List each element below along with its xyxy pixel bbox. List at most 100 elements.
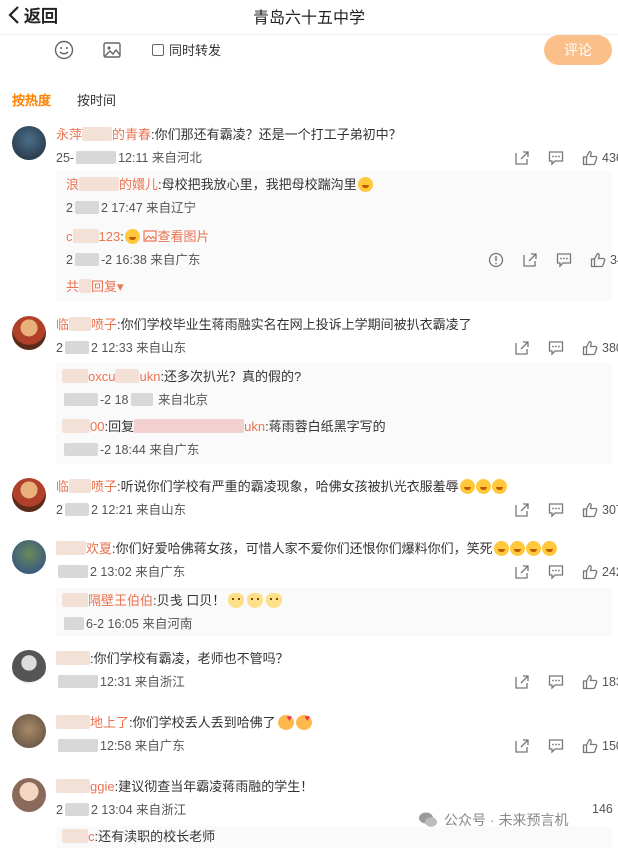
share-button[interactable] bbox=[514, 150, 530, 166]
blurred-date bbox=[74, 201, 99, 214]
like-button[interactable]: 150 bbox=[582, 738, 618, 754]
share-button[interactable] bbox=[514, 738, 530, 754]
reply-text: :还有渎职的校长老师 bbox=[94, 829, 216, 844]
reply-line: oxcu ukn:还多次扒光？真的假的? bbox=[62, 368, 604, 386]
replier-name-tail[interactable]: ukn bbox=[244, 419, 265, 434]
share-icon bbox=[515, 675, 529, 689]
laugh-emoji-icon bbox=[541, 541, 557, 556]
replier-name-tail[interactable]: 00 bbox=[90, 419, 104, 434]
commenter-name-tail[interactable]: 喷子 bbox=[91, 479, 117, 494]
comment-meta: 25- 12:11 来自河北 bbox=[56, 150, 202, 166]
reply-button[interactable] bbox=[548, 738, 564, 754]
replier-name-tail[interactable]: 的嬛儿 bbox=[119, 177, 158, 192]
reply-meta: 2 -2 16:38 来自广东 bbox=[66, 252, 200, 268]
like-count: 146 bbox=[592, 802, 613, 816]
comment-text: :你们学校丢人丢到哈佛了 bbox=[129, 715, 276, 730]
replier-name-tail[interactable]: oxcu bbox=[88, 369, 115, 384]
comment-line: :你们学校有霸凌，老师也不管吗？ bbox=[56, 650, 610, 668]
comment-line: ggie:建议彻查当年霸凌蒋雨融的学生！ bbox=[56, 778, 610, 796]
cat-emoji-icon bbox=[247, 593, 264, 608]
date-part: 2 bbox=[56, 341, 63, 355]
tab-by-time[interactable]: 按时间 bbox=[77, 90, 116, 109]
like-button[interactable]: 34 bbox=[590, 252, 618, 268]
share-button[interactable] bbox=[514, 340, 530, 356]
reply-button[interactable] bbox=[548, 340, 564, 356]
avatar[interactable] bbox=[12, 478, 46, 512]
like-button[interactable]: 436 bbox=[582, 150, 618, 166]
view-image-label[interactable]: 查看图片 bbox=[157, 229, 209, 244]
comment-line: 欢夏:你们好爱哈佛蒋女孩，可惜人家不爱你们还恨你们爆料你们，笑死 bbox=[56, 540, 610, 558]
share-button[interactable] bbox=[522, 252, 538, 268]
time: -2 18 bbox=[100, 393, 129, 407]
location: 来自山东 bbox=[136, 341, 187, 355]
blurred-name bbox=[56, 715, 90, 729]
like-count: 150 bbox=[602, 739, 618, 753]
commenter-name-tail[interactable]: 欢夏 bbox=[86, 541, 112, 556]
replier-name-tail[interactable]: 隔壁王伯伯 bbox=[88, 593, 153, 608]
tab-by-hot[interactable]: 按热度 bbox=[12, 90, 51, 109]
comment-line: 临 喷子:你们学校毕业生蒋雨融实名在网上投诉上学期间被扒衣霸凌了 bbox=[56, 316, 610, 334]
replier-name[interactable]: c bbox=[66, 229, 73, 244]
commenter-name[interactable]: 临 bbox=[56, 479, 69, 494]
replier-name[interactable]: 浪 bbox=[66, 177, 79, 192]
date-part: 2 bbox=[56, 503, 63, 517]
comment-meta: 2 2 12:33 来自山东 bbox=[56, 340, 186, 356]
like-button[interactable]: 242 bbox=[582, 564, 618, 580]
like-button[interactable]: 307 bbox=[582, 502, 618, 518]
replier-name-tail[interactable]: ukn bbox=[139, 369, 160, 384]
report-button[interactable] bbox=[488, 252, 504, 268]
comment-icon bbox=[548, 341, 564, 356]
like-button[interactable]: 183 bbox=[582, 674, 618, 690]
commenter-name-tail[interactable]: ggie bbox=[90, 779, 115, 794]
avatar[interactable] bbox=[12, 540, 46, 574]
commenter-name[interactable]: 永萍 bbox=[56, 127, 82, 142]
commenter-name-tail[interactable]: 喷子 bbox=[91, 317, 117, 332]
like-count: 307 bbox=[602, 503, 618, 517]
reply-button[interactable] bbox=[548, 564, 564, 580]
avatar[interactable] bbox=[12, 316, 46, 350]
repost-checkbox[interactable]: 同时转发 bbox=[152, 40, 221, 59]
date-part: 2 bbox=[66, 253, 73, 267]
checkbox-box[interactable] bbox=[152, 43, 164, 56]
reply-button[interactable] bbox=[548, 502, 564, 518]
blurred-date bbox=[76, 151, 117, 164]
comment-actions: 436 bbox=[500, 150, 618, 166]
commenter-name-tail[interactable]: 地上了 bbox=[90, 715, 129, 730]
emoji-icon[interactable] bbox=[54, 40, 74, 60]
blurred-date bbox=[58, 565, 88, 578]
blurred-name bbox=[115, 369, 140, 383]
commenter-name[interactable]: 临 bbox=[56, 317, 69, 332]
share-button[interactable] bbox=[514, 674, 530, 690]
image-icon[interactable] bbox=[102, 40, 122, 60]
comment-text: :你们学校毕业生蒋雨融实名在网上投诉上学期间被扒衣霸凌了 bbox=[117, 317, 472, 332]
watermark-text: 公众号 · 未来预言机 bbox=[444, 812, 569, 828]
more-replies-toggle[interactable]: 共回复▾ bbox=[66, 278, 604, 296]
replier-name-tail[interactable]: 123 bbox=[99, 229, 121, 244]
laugh-emoji-icon bbox=[459, 479, 475, 494]
avatar[interactable] bbox=[12, 778, 46, 812]
view-image-link[interactable]: 查看图片 bbox=[143, 229, 209, 244]
thumbs-up-icon bbox=[582, 502, 598, 518]
reply-button[interactable] bbox=[548, 150, 564, 166]
reply-button[interactable] bbox=[548, 674, 564, 690]
time: 2 12:21 bbox=[90, 503, 133, 517]
more-replies-label[interactable]: 回复 bbox=[91, 279, 117, 294]
avatar[interactable] bbox=[12, 714, 46, 748]
avatar[interactable] bbox=[12, 126, 46, 160]
chevron-down-icon[interactable]: ▾ bbox=[117, 279, 124, 294]
time: 2 13:02 bbox=[90, 565, 132, 579]
reply-block: oxcu ukn:还多次扒光？真的假的? -2 18 来自北京 00:回复 ukn:… bbox=[56, 362, 612, 464]
share-button[interactable] bbox=[514, 564, 530, 580]
avatar[interactable] bbox=[12, 650, 46, 684]
share-button[interactable] bbox=[514, 502, 530, 518]
commenter-name-tail[interactable]: 的青春 bbox=[112, 127, 151, 142]
reply-button[interactable] bbox=[556, 252, 572, 268]
comment-submit-button[interactable]: 评论 bbox=[544, 35, 612, 65]
blurred-date bbox=[58, 675, 98, 688]
like-button[interactable]: 380 bbox=[582, 340, 618, 356]
comment-icon bbox=[548, 503, 564, 518]
like-count: 183 bbox=[602, 675, 618, 689]
share-icon bbox=[515, 565, 529, 579]
date-part: 25- bbox=[56, 151, 75, 165]
blurred-name bbox=[69, 479, 92, 493]
